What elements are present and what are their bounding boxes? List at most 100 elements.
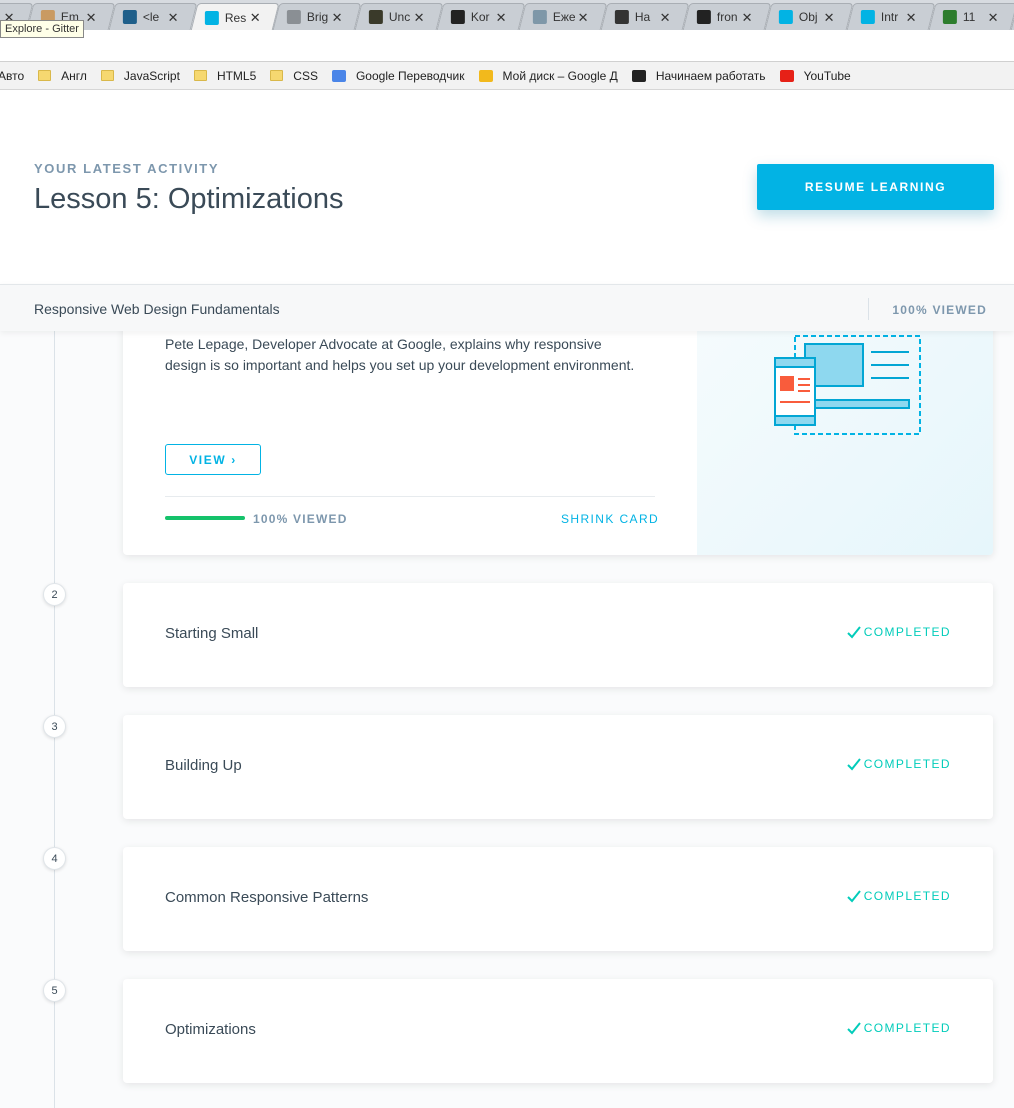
view-button[interactable]: VIEW › [165, 444, 261, 475]
bookmark-item[interactable]: Начинаем работать [631, 68, 766, 83]
checkmark-icon [847, 757, 861, 770]
browser-tab[interactable]: <le ✕ [108, 3, 198, 30]
browser-tab[interactable]: Brig ✕ [272, 3, 362, 30]
youtube-icon [779, 69, 794, 82]
checkmark-icon [847, 625, 861, 638]
course-viewed-status: 100% VIEWED [892, 303, 987, 317]
bookmark-item[interactable]: Англ [38, 69, 87, 83]
lesson-step-number: 3 [43, 715, 66, 738]
tab-label: Intr [880, 10, 899, 24]
browser-tab[interactable]: Obj ✕ [764, 3, 854, 30]
tab-tooltip: Explore - Gitter [0, 20, 84, 38]
folder-icon [270, 70, 284, 81]
tab-label: Unc [388, 10, 411, 24]
bookmark-label: YouTube [803, 68, 851, 83]
tab-label: Еже [552, 10, 576, 24]
bookmark-item[interactable]: Мой диск – Google Д [478, 68, 618, 83]
favicon-icon [204, 10, 219, 25]
lesson-title: Common Responsive Patterns [165, 889, 369, 906]
close-tab-icon[interactable]: ✕ [414, 10, 425, 26]
tab-inner: Unc [359, 4, 439, 30]
favicon-icon [614, 10, 629, 24]
lesson-description: Pete Lepage, Developer Advocate at Googl… [165, 336, 635, 373]
bookmark-label: Англ [61, 68, 87, 83]
browser-tab[interactable]: Intr ✕ [846, 3, 936, 30]
close-tab-icon[interactable]: ✕ [988, 10, 999, 26]
close-tab-icon[interactable]: ✕ [824, 10, 835, 26]
close-tab-icon[interactable]: ✕ [906, 10, 917, 26]
favicon-icon [368, 10, 383, 24]
tab-strip: ✕ Em ✕ <le ✕ Res ✕ Brig ✕ Unc ✕ Kor ✕ Еже ✕ На ✕ fron ✕ Obj… [0, 0, 1014, 30]
tab-label: Obj [798, 10, 818, 24]
close-tab-icon[interactable]: ✕ [250, 10, 261, 26]
completed-status: COMPLETED [847, 625, 951, 639]
lesson-card[interactable]: Starting Small COMPLETED [123, 583, 993, 687]
browser-tab[interactable]: Еже ✕ [518, 3, 608, 30]
bookmark-label: Начинаем работать [655, 68, 766, 83]
folder-icon [38, 70, 52, 81]
tab-inner: Res [195, 4, 275, 30]
favicon-icon [696, 10, 711, 24]
lesson-card[interactable]: Common Responsive Patterns COMPLETED [123, 847, 993, 951]
bookmark-label: CSS [293, 68, 318, 83]
progress-bar [165, 516, 245, 520]
close-tab-icon[interactable]: ✕ [660, 10, 671, 26]
close-tab-icon[interactable]: ✕ [496, 10, 507, 26]
lesson-card-expanded: Pete Lepage, Developer Advocate at Googl… [123, 320, 993, 555]
bookmark-item[interactable]: CSS [270, 69, 318, 83]
lesson-card[interactable]: Optimizations COMPLETED [123, 979, 993, 1083]
status-label: COMPLETED [863, 1021, 951, 1035]
lesson-card[interactable]: Building Up COMPLETED [123, 715, 993, 819]
resume-learning-button[interactable]: RESUME LEARNING [757, 164, 994, 210]
tab-inner: 11 [933, 4, 1013, 30]
browser-tab[interactable]: fron ✕ [682, 3, 772, 30]
close-tab-icon[interactable]: ✕ [578, 10, 589, 26]
browser-tab[interactable]: Kor ✕ [436, 3, 526, 30]
browser-tab[interactable]: Res ✕ [190, 3, 280, 30]
tab-label: fron [716, 10, 738, 24]
bookmark-item[interactable]: YouTube [779, 68, 851, 83]
favicon-icon [122, 10, 137, 24]
lesson-title: Building Up [165, 757, 242, 774]
completed-status: COMPLETED [847, 1021, 951, 1035]
bookmark-item[interactable]: HTML5 [193, 69, 256, 83]
close-tab-icon[interactable]: ✕ [168, 10, 179, 26]
bookmarks-bar: Авто Англ JavaScript HTML5 CSS Google Перевод… [0, 62, 1014, 90]
bookmark-label: Мой диск – Google Д [502, 68, 618, 83]
status-label: COMPLETED [863, 625, 951, 639]
bookmark-item[interactable]: JavaScript [100, 68, 180, 83]
close-tab-icon[interactable]: ✕ [742, 10, 753, 26]
address-bar[interactable] [0, 30, 1014, 62]
viewed-status: 100% VIEWED [253, 512, 348, 526]
completed-status: COMPLETED [847, 757, 951, 771]
tab-label: Brig [306, 10, 329, 24]
browser-tab[interactable]: Unc ✕ [354, 3, 444, 30]
course-header-bar: Responsive Web Design Fundamentals 100% … [0, 284, 1014, 331]
folder-icon [100, 70, 114, 81]
shrink-card-link[interactable]: SHRINK CARD [561, 512, 659, 526]
tab-label: 11 [962, 10, 976, 24]
translate-icon [331, 69, 346, 82]
lesson-step-number: 4 [43, 847, 66, 870]
tab-inner: Еже [523, 4, 603, 30]
bookmark-label: JavaScript [123, 68, 180, 83]
tab-inner: Intr [851, 4, 931, 30]
close-tab-icon[interactable]: ✕ [332, 10, 343, 26]
latest-activity-section: YOUR LATEST ACTIVITY Lesson 5: Optimizat… [0, 90, 1014, 284]
activity-kicker: YOUR LATEST ACTIVITY [34, 161, 220, 176]
favicon-icon [778, 10, 793, 24]
tab-inner: <le [113, 4, 193, 30]
course-name: Responsive Web Design Fundamentals [34, 301, 280, 317]
close-tab-icon[interactable]: ✕ [86, 10, 97, 26]
responsive-devices-icon [774, 335, 921, 435]
tab-inner: На [605, 4, 685, 30]
checkmark-icon [847, 889, 861, 902]
bookmark-item[interactable]: Google Переводчик [331, 68, 465, 83]
browser-tab[interactable]: На ✕ [600, 3, 690, 30]
bookmark-label: Google Переводчик [355, 68, 465, 83]
status-label: COMPLETED [863, 757, 951, 771]
tab-label: На [634, 10, 651, 24]
browser-tab[interactable]: 11 ✕ [928, 3, 1014, 30]
ht-icon [631, 69, 646, 82]
bookmark-item[interactable]: Авто [0, 69, 24, 83]
